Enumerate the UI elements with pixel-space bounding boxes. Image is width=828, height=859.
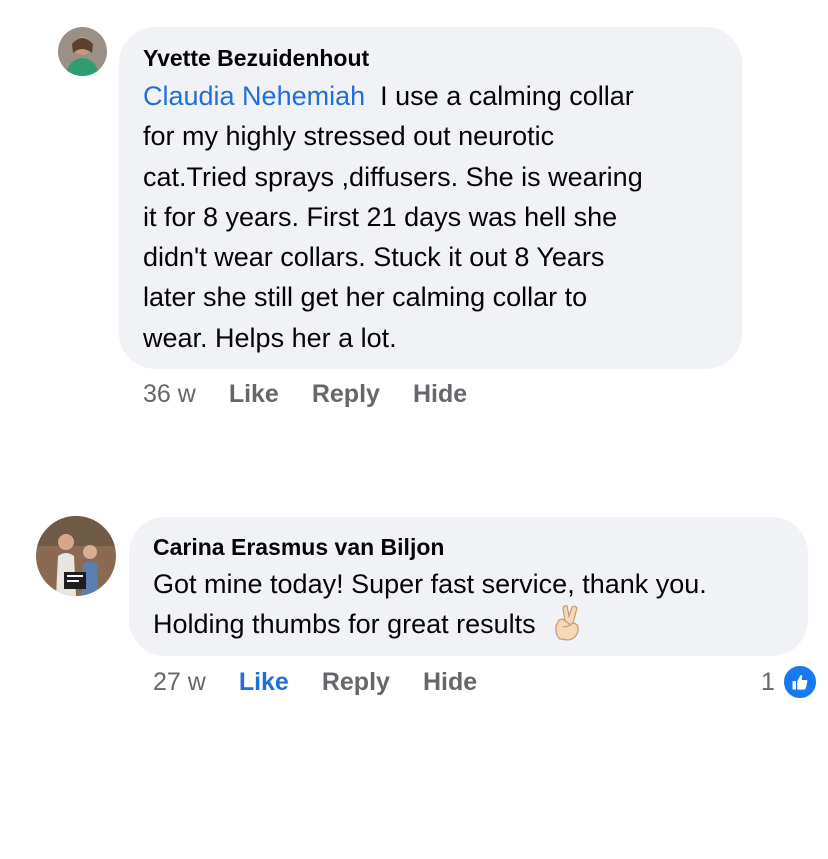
comment-text-line: Got mine today! Super fast service, than… xyxy=(153,569,707,599)
comment-text-line: I use a calming collar xyxy=(380,81,634,111)
comment-author[interactable]: Yvette Bezuidenhout xyxy=(143,44,718,72)
comment-bubble: Carina Erasmus van Biljon Got mine today… xyxy=(129,517,808,656)
comment-text-line: Holding thumbs for great results xyxy=(153,609,536,640)
hide-button[interactable]: Hide xyxy=(423,667,477,697)
reply-button[interactable]: Reply xyxy=(312,379,380,409)
comment-bubble: Yvette Bezuidenhout Claudia Nehemiah I u… xyxy=(119,27,742,369)
comment-text-line: later she still get her calming collar t… xyxy=(143,282,588,313)
reaction-count: 1 xyxy=(761,667,775,696)
comment-text-line: wear. Helps her a lot. xyxy=(143,322,397,353)
comment-timestamp[interactable]: 36 w xyxy=(143,379,196,409)
comment-text-line: it for 8 years. First 21 days was hell s… xyxy=(143,201,618,232)
reply-button[interactable]: Reply xyxy=(322,667,390,697)
comment-text-line: cat.Tried sprays ,diffusers. She is wear… xyxy=(143,161,643,192)
hide-button[interactable]: Hide xyxy=(413,379,467,409)
reaction-summary[interactable]: 1 xyxy=(761,664,818,700)
comment-text-line: for my highly stressed out neurotic xyxy=(143,121,555,152)
like-button[interactable]: Like xyxy=(229,379,279,409)
comment-author[interactable]: Carina Erasmus van Biljon xyxy=(153,533,784,561)
comment-text-line: didn't wear collars. Stuck it out 8 Year… xyxy=(143,242,605,273)
like-icon xyxy=(781,664,818,700)
crossed-fingers-emoji-icon xyxy=(554,605,579,641)
comment-actions: 27 w Like Reply Hide xyxy=(153,667,477,697)
comment-text: Claudia Nehemiah I use a calming collar … xyxy=(143,76,718,358)
avatar[interactable] xyxy=(36,516,116,596)
like-button[interactable]: Like xyxy=(239,667,289,697)
avatar[interactable] xyxy=(58,27,107,76)
mention-link[interactable]: Claudia Nehemiah xyxy=(143,81,365,111)
comment-text: Got mine today! Super fast service, than… xyxy=(153,564,784,645)
comment-timestamp[interactable]: 27 w xyxy=(153,667,206,697)
comment-actions: 36 w Like Reply Hide xyxy=(143,379,467,409)
